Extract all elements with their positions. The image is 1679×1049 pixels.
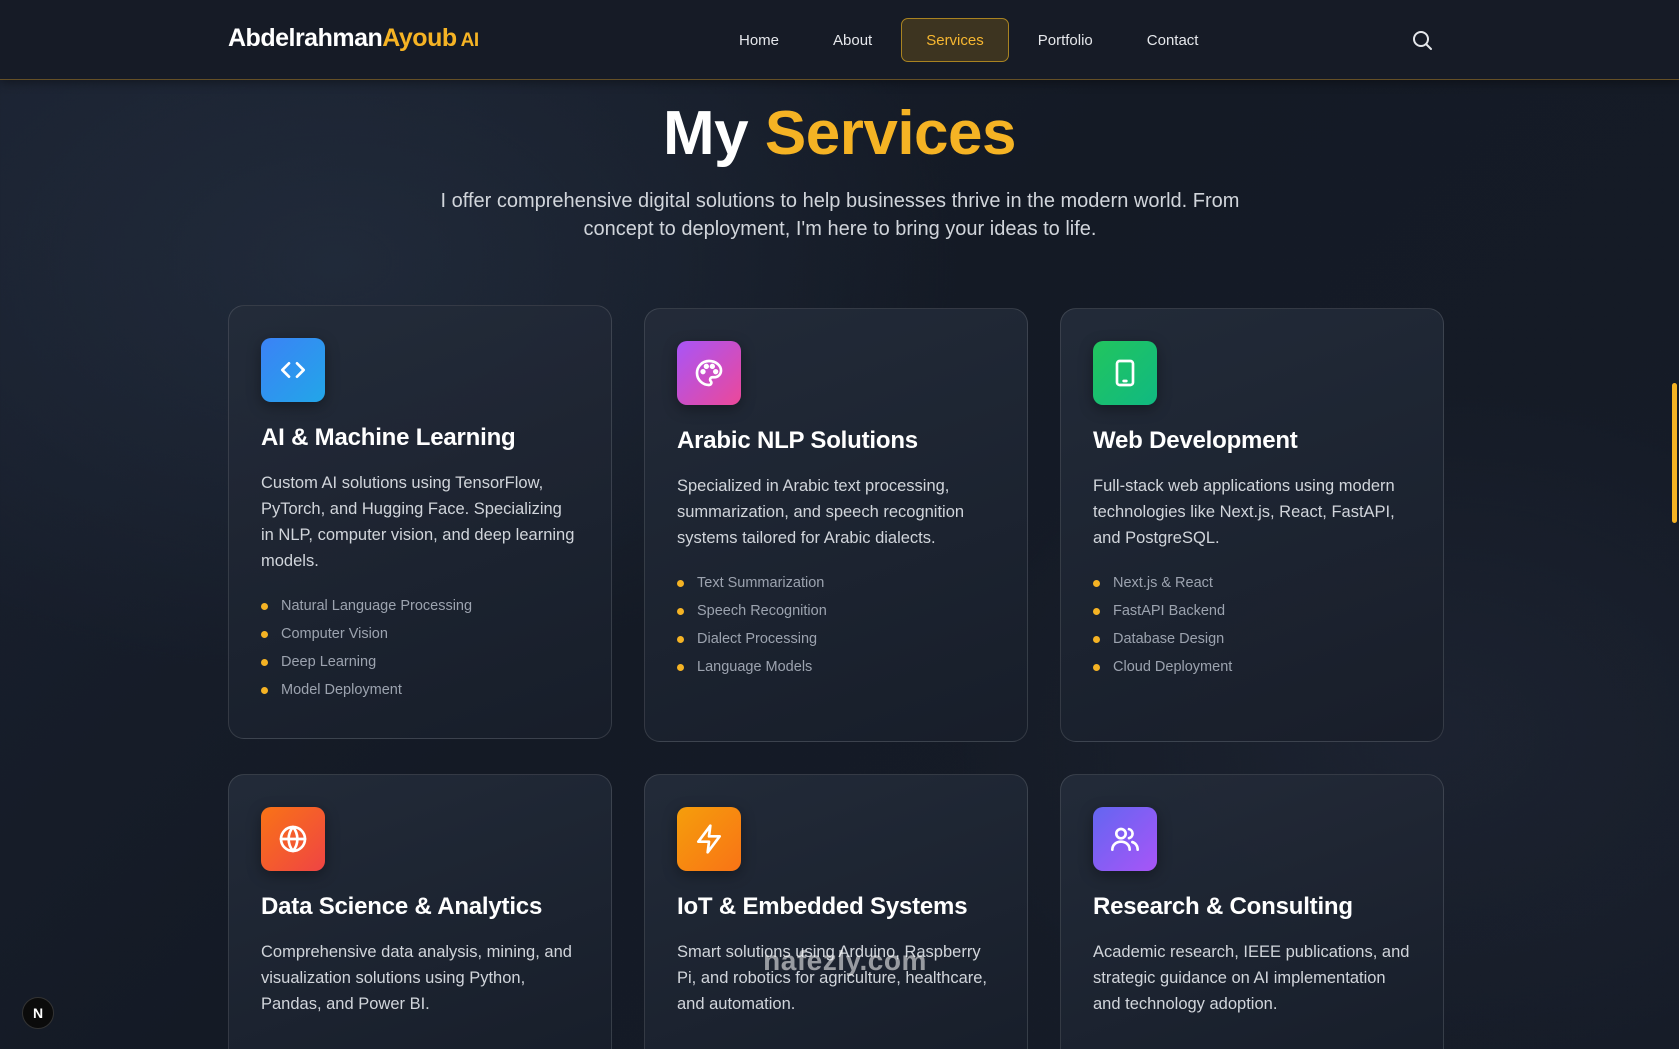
users-icon: [1111, 827, 1139, 851]
service-title: IoT & Embedded Systems: [677, 893, 968, 920]
service-icon-box: [1093, 807, 1157, 871]
site-header: AbdelrahmanAyoub AI Home About Services P…: [0, 0, 1679, 80]
service-icon-box: [261, 338, 325, 402]
service-icon-box: [261, 807, 325, 871]
nav-services[interactable]: Services: [901, 18, 1009, 62]
scrollbar-thumb[interactable]: [1672, 383, 1677, 523]
service-description: Custom AI solutions using TensorFlow, Py…: [261, 474, 575, 570]
feature-item: Next.js & React: [1093, 569, 1411, 597]
lightning-icon: [697, 824, 721, 854]
nav-home[interactable]: Home: [714, 18, 804, 62]
service-card-web-dev[interactable]: Web Development Full-stack web applicati…: [1060, 308, 1444, 742]
nav-about[interactable]: About: [808, 18, 897, 62]
service-card-data-science[interactable]: Data Science & Analytics Comprehensive d…: [228, 774, 612, 1049]
title-prefix: My: [663, 99, 749, 168]
feature-item: Model Deployment: [261, 676, 579, 704]
logo-first-name: Abdelrahman: [228, 24, 383, 52]
main-nav: Home About Services Portfolio Contact: [714, 18, 1227, 62]
service-description: Specialized in Arabic text processing, s…: [677, 477, 965, 547]
page-title: My Services: [0, 98, 1679, 169]
feature-item: Dialect Processing: [677, 625, 995, 653]
palette-icon: [695, 359, 723, 387]
feature-item: FastAPI Backend: [1093, 597, 1411, 625]
code-icon: [281, 362, 305, 378]
service-title: Data Science & Analytics: [261, 893, 543, 920]
tablet-icon: [1115, 359, 1135, 387]
site-logo[interactable]: AbdelrahmanAyoub AI: [228, 24, 479, 53]
feature-item: Deep Learning: [261, 648, 579, 676]
service-card-ai-ml[interactable]: AI & Machine Learning Custom AI solution…: [228, 305, 612, 739]
service-card-research[interactable]: Research & Consulting Academic research,…: [1060, 774, 1444, 1049]
service-title: Research & Consulting: [1093, 893, 1353, 920]
logo-suffix: AI: [460, 30, 480, 51]
service-icon-box: [1093, 341, 1157, 405]
service-features: Text Summarization Speech Recognition Di…: [677, 569, 995, 681]
feature-item: Language Models: [677, 653, 995, 681]
feature-item: Natural Language Processing: [261, 592, 579, 620]
service-title: Web Development: [1093, 427, 1298, 454]
service-card-arabic-nlp[interactable]: Arabic NLP Solutions Specialized in Arab…: [644, 308, 1028, 742]
search-button[interactable]: [1410, 28, 1434, 52]
page-subtitle: I offer comprehensive digital solutions …: [440, 190, 1240, 240]
search-icon: [1413, 31, 1432, 50]
service-icon-box: [677, 807, 741, 871]
feature-item: Computer Vision: [261, 620, 579, 648]
feature-item: Cloud Deployment: [1093, 653, 1411, 681]
service-title: AI & Machine Learning: [261, 424, 516, 451]
service-features: Natural Language Processing Computer Vis…: [261, 592, 579, 704]
service-card-iot[interactable]: IoT & Embedded Systems Smart solutions u…: [644, 774, 1028, 1049]
logo-last-name: Ayoub: [382, 24, 457, 52]
service-description: Comprehensive data analysis, mining, and…: [261, 943, 572, 1013]
service-description: Academic research, IEEE publications, an…: [1093, 943, 1410, 1013]
service-description: Smart solutions using Arduino, Raspberry…: [677, 943, 987, 1013]
nav-contact[interactable]: Contact: [1122, 18, 1224, 62]
service-icon-box: [677, 341, 741, 405]
service-title: Arabic NLP Solutions: [677, 427, 918, 454]
globe-icon: [279, 825, 307, 853]
nextjs-dev-badge[interactable]: N: [22, 997, 54, 1029]
title-accent: Services: [764, 99, 1017, 168]
service-features: Next.js & React FastAPI Backend Database…: [1093, 569, 1411, 681]
feature-item: Database Design: [1093, 625, 1411, 653]
nav-portfolio[interactable]: Portfolio: [1013, 18, 1118, 62]
feature-item: Text Summarization: [677, 569, 995, 597]
feature-item: Speech Recognition: [677, 597, 995, 625]
service-description: Full-stack web applications using modern…: [1093, 477, 1395, 547]
